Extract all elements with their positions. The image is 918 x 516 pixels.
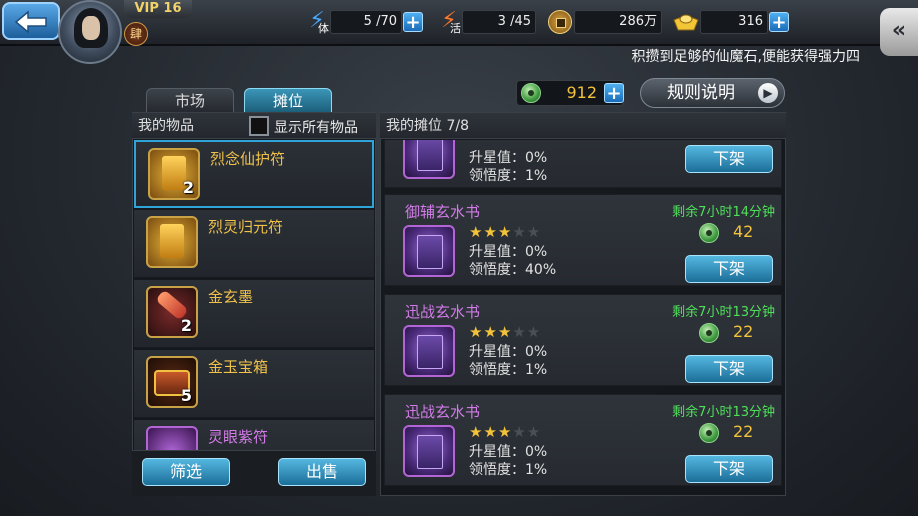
remaining-time: 剩余7小时13分钟 [672, 305, 775, 320]
stamina-value: 5 /70 [330, 10, 402, 34]
sell-button[interactable]: 出售 [278, 458, 366, 486]
gold-add-button[interactable]: + [769, 12, 789, 32]
player-avatar[interactable] [58, 0, 122, 64]
treasure-chest-icon: 5 [146, 356, 198, 408]
item-name: 灵眼紫符 [208, 428, 269, 446]
jade-coin-icon [699, 423, 719, 443]
side-menu-toggle[interactable]: « [880, 8, 918, 56]
talisman-icon [146, 216, 198, 268]
tab-stall[interactable]: 摊位 [244, 88, 332, 114]
book-icon [403, 225, 455, 277]
stall-listing: 迅战玄水书 剩余7小时13分钟 ★★★★★ 升星值：0% 领悟度：1% 22 下… [384, 294, 782, 386]
upgrade-value: 升星值：0% [469, 244, 548, 260]
delist-button[interactable]: 下架 [685, 455, 773, 483]
copper-value: 286万 [574, 10, 662, 34]
list-item[interactable]: 烈灵归元符 [134, 210, 374, 278]
back-arrow-icon [14, 10, 47, 34]
star-rating: ★★★★★ [469, 223, 542, 241]
list-item-partial[interactable]: 灵眼紫符 [134, 420, 374, 450]
ink-stick-icon: 2 [146, 286, 198, 338]
vitality-value: 3 /45 [462, 10, 536, 34]
talisman-icon: 2 [148, 148, 200, 200]
tab-market[interactable]: 市场 [146, 88, 234, 114]
jade-coin-icon [699, 323, 719, 343]
my-stall-title: 我的摊位 7/8 [380, 113, 786, 139]
listing-price: 42 [733, 222, 754, 241]
gold-ingot-icon [672, 10, 700, 32]
book-icon [403, 140, 455, 179]
purple-talisman-icon [146, 426, 198, 450]
jade-coin-icon [699, 223, 719, 243]
back-button[interactable] [2, 2, 60, 40]
remaining-time: 剩余7小时13分钟 [672, 405, 775, 420]
vip-level-badge: VIP 16 [124, 0, 192, 18]
stall-row-partial: 升星值：0% 领悟度：1% 下架 [384, 140, 782, 188]
listing-name: 迅战玄水书 [405, 303, 481, 321]
upgrade-value: 升星值：0% [469, 344, 548, 360]
announcement-marquee: 积攒到足够的仙魔石,便能获得强力四 [631, 49, 860, 65]
chevron-right-icon: ▶ [758, 83, 778, 103]
vitality-label: 活 [450, 22, 461, 35]
list-item[interactable]: 2 金玄墨 [134, 280, 374, 348]
list-item[interactable]: 5 金玉宝箱 [134, 350, 374, 418]
filter-button[interactable]: 筛选 [142, 458, 230, 486]
stamina-add-button[interactable]: + [403, 12, 423, 32]
jade-coin-icon [521, 83, 541, 103]
stall-listing: 迅战玄水书 剩余7小时13分钟 ★★★★★ 升星值：0% 领悟度：1% 22 下… [384, 394, 782, 486]
comprehension-value: 领悟度：1% [469, 462, 548, 478]
listing-name: 迅战玄水书 [405, 403, 481, 421]
listing-price: 22 [733, 422, 754, 441]
comprehension-value: 领悟度：40% [469, 262, 557, 278]
stamina-label: 体 [318, 22, 329, 35]
item-name: 烈念仙护符 [210, 150, 286, 168]
listing-price: 22 [733, 322, 754, 341]
stall-listing: 御辅玄水书 剩余7小时14分钟 ★★★★★ 升星值：0% 领悟度：40% 42 … [384, 194, 782, 286]
currency-add-button[interactable]: + [604, 83, 624, 103]
list-item[interactable]: 2 烈念仙护符 [134, 140, 374, 208]
star-rating: ★★★★★ [469, 423, 542, 441]
book-icon [403, 325, 455, 377]
comprehension-value: 领悟度：1% [469, 362, 548, 378]
show-all-label: 显示所有物品 [274, 120, 358, 136]
delist-button[interactable]: 下架 [685, 255, 773, 283]
listing-name: 御辅玄水书 [405, 203, 481, 221]
upgrade-value: 升星值：0% [469, 444, 548, 460]
star-rating: ★★★★★ [469, 323, 542, 341]
gold-value: 316 [700, 10, 768, 34]
currency-value: 912 [566, 83, 597, 102]
delist-button[interactable]: 下架 [685, 145, 773, 173]
remaining-time: 剩余7小时14分钟 [672, 205, 775, 220]
copper-coin-icon [548, 10, 572, 34]
item-name: 金玉宝箱 [208, 358, 269, 376]
book-icon [403, 425, 455, 477]
item-name: 烈灵归元符 [208, 218, 284, 236]
show-all-checkbox[interactable] [249, 116, 269, 136]
delist-button[interactable]: 下架 [685, 355, 773, 383]
rank-badge: 肆 [124, 22, 148, 46]
item-name: 金玄墨 [208, 288, 254, 306]
